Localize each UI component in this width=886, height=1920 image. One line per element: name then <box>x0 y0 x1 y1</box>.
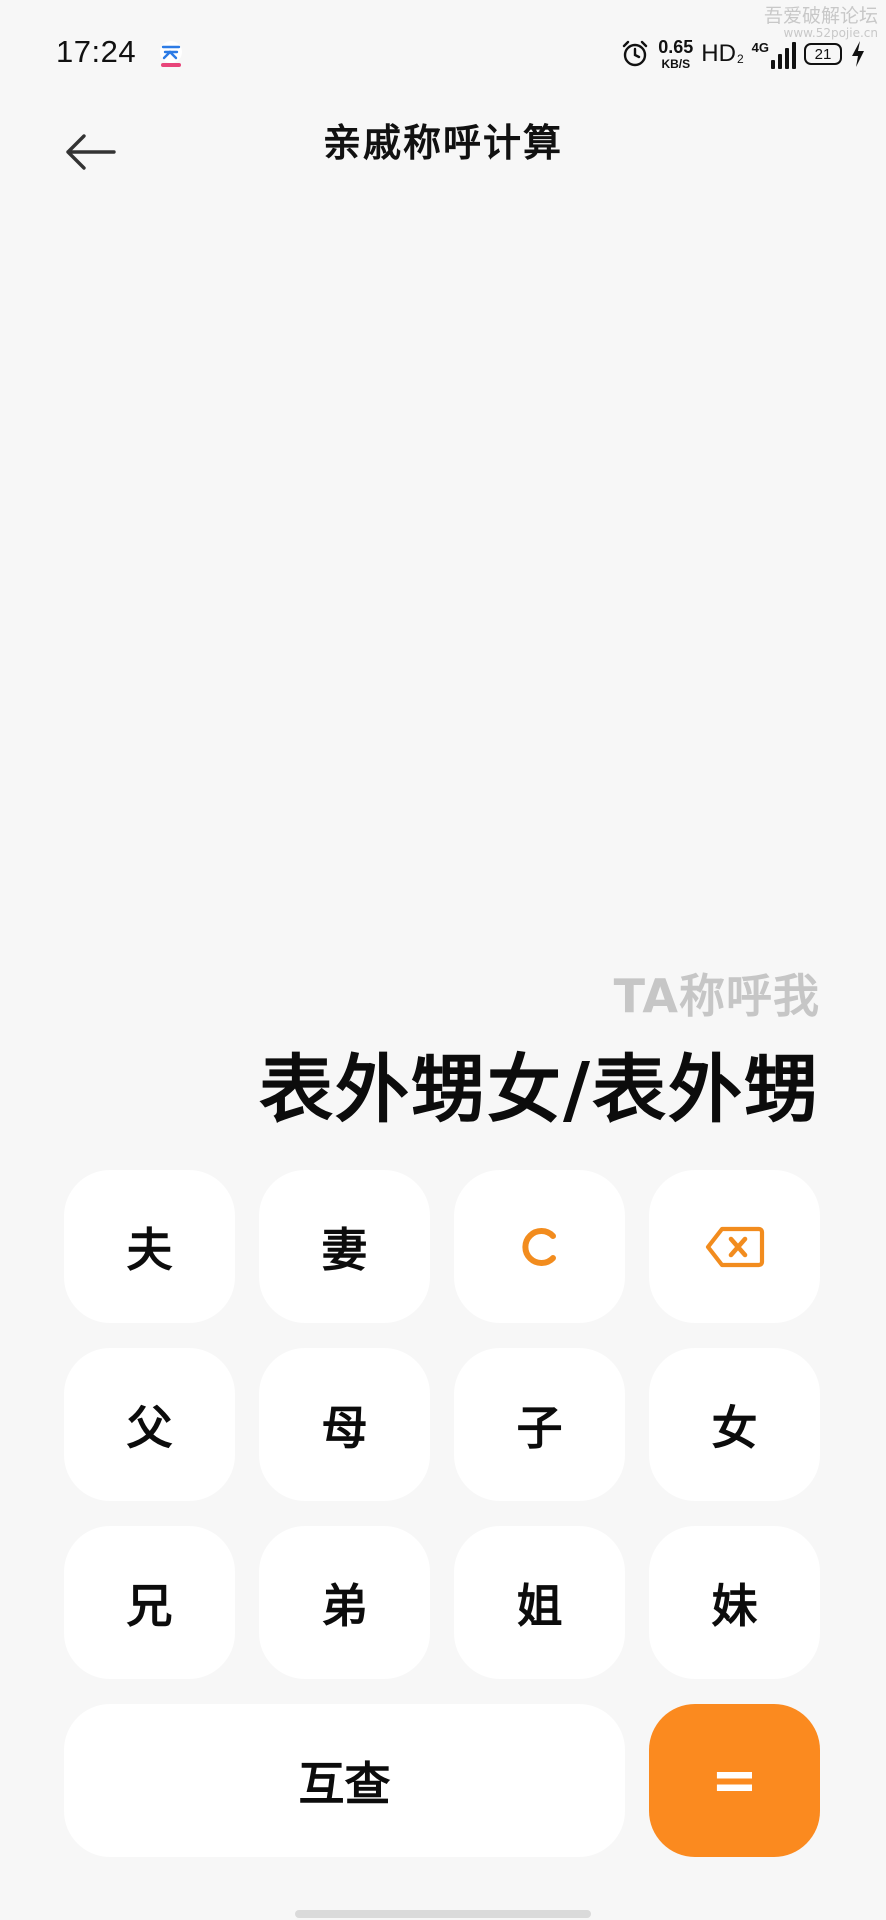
hd-indicator: HD 2 <box>701 40 743 68</box>
key-father[interactable]: 父 <box>64 1348 235 1501</box>
status-bar: 17:24 0.65 KB/S HD 2 4G 21 吾爱破解论坛 www.52… <box>0 0 886 110</box>
key-younger-brother[interactable]: 弟 <box>259 1526 430 1679</box>
hd-label: HD <box>701 40 736 67</box>
key-elder-brother[interactable]: 兄 <box>64 1526 235 1679</box>
network-type: 4G <box>751 39 769 55</box>
alarm-icon <box>623 40 648 67</box>
header: 亲戚称呼计算 <box>0 110 886 210</box>
watermark: 吾爱破解论坛 www.52pojie.cn <box>764 6 878 40</box>
page-title: 亲戚称呼计算 <box>322 121 563 165</box>
charging-icon <box>852 41 864 67</box>
result-label: TA称呼我 <box>613 969 820 1023</box>
equals-button[interactable]: = <box>649 1704 820 1857</box>
key-husband[interactable]: 夫 <box>64 1170 235 1323</box>
app-icon <box>160 41 182 67</box>
key-son[interactable]: 子 <box>454 1348 625 1501</box>
clear-icon <box>521 1227 556 1266</box>
home-indicator[interactable] <box>295 1910 591 1918</box>
relative-calculator-screen: 17:24 0.65 KB/S HD 2 4G 21 吾爱破解论坛 www.52… <box>0 0 886 1920</box>
key-daughter[interactable]: 女 <box>649 1348 820 1501</box>
key-wife[interactable]: 妻 <box>259 1170 430 1323</box>
status-time: 17:24 <box>56 34 137 69</box>
signal-icon <box>771 41 796 69</box>
backspace-icon <box>705 1226 764 1267</box>
cellular-indicator: 4G <box>752 40 796 69</box>
result-value: 表外甥女/表外甥 <box>258 1047 820 1133</box>
delete-button[interactable] <box>649 1170 820 1323</box>
mutual-lookup-button[interactable]: 互查 <box>64 1704 625 1857</box>
watermark-url: www.52pojie.cn <box>783 25 878 40</box>
hd-sub-label: 2 <box>736 52 744 66</box>
clear-button[interactable] <box>454 1170 625 1323</box>
network-speed: 0.65 KB/S <box>658 38 693 70</box>
battery-icon: 21 <box>804 43 842 65</box>
key-younger-sister[interactable]: 妹 <box>649 1526 820 1679</box>
watermark-title: 吾爱破解论坛 <box>763 5 878 27</box>
battery-level: 21 <box>814 45 832 63</box>
key-elder-sister[interactable]: 姐 <box>454 1526 625 1679</box>
keypad: 夫 妻 父 母 子 女 兄 弟 姐 妹 互查 = <box>64 1170 821 1857</box>
network-speed-value: 0.65 <box>658 37 694 57</box>
network-speed-unit: KB/S <box>661 57 691 71</box>
key-mother[interactable]: 母 <box>259 1348 430 1501</box>
